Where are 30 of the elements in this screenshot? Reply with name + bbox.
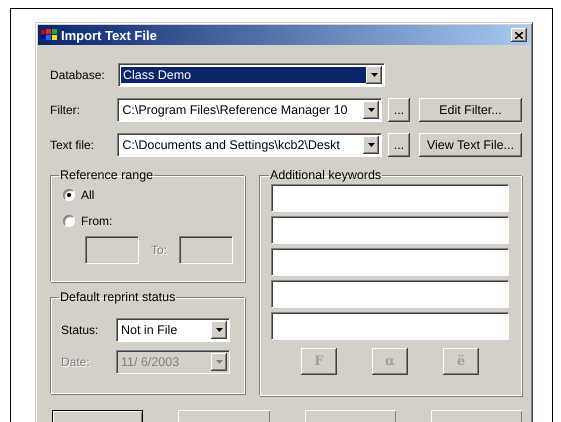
field-label: Date: [61, 355, 91, 369]
action-button[interactable]: View Text File... [418, 133, 522, 157]
app-icon [41, 29, 57, 41]
radio-label: From: [81, 214, 112, 228]
group-title: Additional keywords [269, 168, 382, 182]
close-button[interactable] [511, 28, 527, 42]
keyword-field[interactable] [271, 248, 509, 276]
keyword-field[interactable] [271, 184, 509, 212]
dropdown[interactable]: Not in File [116, 318, 230, 342]
field-label: To: [151, 243, 168, 257]
field-label: Status: [61, 323, 100, 337]
radio-label: All [81, 188, 94, 202]
dropdown[interactable]: C:\Program Files\Reference Manager 10 [117, 98, 382, 122]
dropdown[interactable]: C:\Documents and Settings\kcb2\Deskt [117, 133, 382, 157]
group-title: Reference range [59, 168, 154, 182]
browse-button[interactable]: ... [388, 98, 410, 122]
field-label: Filter: [50, 103, 81, 117]
radio-button[interactable] [63, 215, 75, 227]
keyword-field[interactable] [271, 216, 509, 244]
radio-button[interactable] [63, 189, 75, 201]
browse-button[interactable]: ... [388, 133, 410, 157]
field-label: Database: [50, 68, 106, 82]
dropdown[interactable]: Class Demo [118, 63, 385, 87]
close-icon [515, 32, 523, 38]
keyword-field[interactable] [271, 312, 509, 340]
keyword-field[interactable] [271, 280, 509, 308]
group-title: Default reprint status [59, 290, 176, 304]
field-label: Text file: [50, 138, 96, 152]
window-title: Import Text File [61, 28, 158, 42]
action-button[interactable]: Edit Filter... [418, 98, 522, 122]
